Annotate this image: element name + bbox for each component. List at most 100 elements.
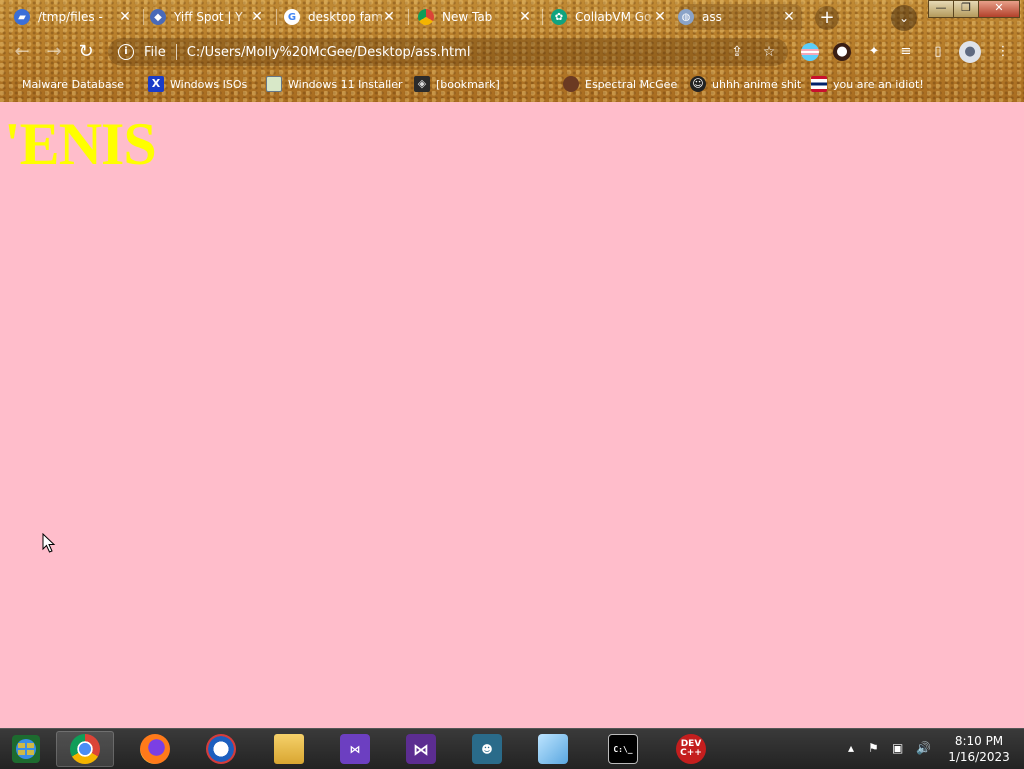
back-button[interactable]: ← [10,40,34,64]
chevron-down-icon: ⌄ [898,11,910,25]
page-content: 'ENIS [0,102,1024,728]
taskbar-notepad[interactable] [524,731,582,767]
share-icon[interactable]: ⇪ [728,43,746,61]
bookmark-you-are-an-idiot[interactable]: you are an idiot! [811,74,924,94]
bookmark-3[interactable]: ◈ [bookmark] [414,74,500,94]
image-icon [266,76,282,92]
taskbar-firefox[interactable] [126,731,184,767]
tab-new-tab[interactable]: New Tab ✕ [418,4,538,30]
reload-button[interactable]: ↻ [74,40,98,64]
tab-desktop-fam[interactable]: G desktop fam ✕ [284,4,402,30]
tab-ass[interactable]: ◍ ass ✕ [678,4,802,30]
taskbar-people[interactable]: ☻ [458,731,516,767]
bookmark-label: Espectral McGee [585,77,678,91]
anime-icon: ☺ [690,76,706,92]
taskbar-visual-studio[interactable]: ⋈ [392,731,450,767]
visual-studio-installer-icon: ⋈ [340,734,370,764]
taskbar-chrome[interactable] [56,731,114,767]
tab-tmp-files[interactable]: ▰ /tmp/files - ✕ [14,4,138,30]
generic-site-icon: ▰ [14,9,30,25]
bookmark-anime[interactable]: ☺ uhhh anime shit [690,74,801,94]
chrome-icon [70,734,100,764]
clock-time: 8:10 PM [954,734,1004,748]
x-icon: X [148,76,164,92]
close-icon[interactable]: ✕ [116,8,134,26]
tab-search-button[interactable]: ⌄ [891,5,917,31]
tab-collabvm[interactable]: ✿ CollabVM Go ✕ [551,4,673,30]
avatar-extension-icon[interactable]: ● [833,43,851,61]
site-icon: ◆ [150,9,166,25]
taskbar-file-explorer[interactable] [260,731,318,767]
side-panel-icon[interactable]: ▯ [929,43,947,61]
command-prompt-icon: C:\_ [608,734,638,764]
network-icon[interactable]: ▣ [892,741,903,755]
people-icon: ☻ [472,734,502,764]
close-window-button[interactable]: ✕ [978,0,1020,18]
globe-icon: ◍ [678,9,694,25]
clock[interactable]: 8:10 PM 1/16/2023 [944,733,1014,765]
new-tab-button[interactable]: + [815,6,839,30]
menu-kebab-icon[interactable]: ⋮ [994,43,1012,61]
volume-icon[interactable]: 🔊 [916,741,931,755]
avatar-icon [563,76,579,92]
close-icon[interactable]: ✕ [248,8,266,26]
tab-title: New Tab [442,10,493,24]
bookmark-label: Windows 11 Installer [288,77,403,91]
start-button[interactable] [6,731,46,767]
forward-button[interactable]: → [42,40,66,64]
url-scheme: File [144,44,166,60]
bookmark-label: Malware Database [22,77,125,91]
star-icon[interactable]: ☆ [760,43,778,61]
notepad-icon [538,734,568,764]
taskbar: ⋈ ⋈ ☻ C:\_ DEV C++ ▴ ⚑ ▣ 🔊 8:10 PM 1/16/… [0,728,1024,769]
tab-strip: ▰ /tmp/files - ✕ ◆ Yiff Spot | Y ✕ G des… [0,0,1024,34]
taskbar-internet-explorer[interactable] [192,731,250,767]
close-icon[interactable]: ✕ [651,8,669,26]
tab-title: ass [702,10,722,24]
bookmark-malware-database[interactable]: Malware Database [16,74,124,94]
taskbar-dev-cpp[interactable]: DEV C++ [662,731,720,767]
start-orb-icon [12,735,40,763]
divider [175,44,177,60]
arrow-left-icon: ← [14,41,30,62]
profile-icon[interactable]: ● [959,41,981,63]
url-text[interactable]: C:/Users/Molly%20McGee/Desktop/ass.html [187,45,471,60]
mouse-cursor-icon [42,533,56,553]
info-icon[interactable]: i [118,44,134,60]
openai-icon: ✿ [551,9,567,25]
close-icon[interactable]: ✕ [516,8,534,26]
action-center-flag-icon[interactable]: ⚑ [868,741,879,755]
tab-title: CollabVM Go [575,10,652,24]
ie-icon [206,734,236,764]
firefox-icon [140,734,170,764]
media-queue-icon[interactable]: ≡ [897,43,915,61]
tab-title: Yiff Spot | Y [174,10,243,24]
bookmark-espectral-mcgee[interactable]: Espectral McGee [563,74,677,94]
minimize-button[interactable]: — [928,0,954,18]
reload-icon: ↻ [78,41,94,62]
clock-date: 1/16/2023 [948,750,1010,764]
close-icon[interactable]: ✕ [380,8,398,26]
address-bar[interactable]: i File C:/Users/Molly%20McGee/Desktop/as… [108,38,788,66]
bookmark-windows-isos[interactable]: X Windows ISOs [148,74,247,94]
flag-icon [811,76,827,92]
google-icon: G [284,9,300,25]
pride-flag-extension-icon[interactable] [801,43,819,61]
page-heading: 'ENIS [4,111,157,177]
bookmark-label: uhhh anime shit [712,77,802,91]
taskbar-command-prompt[interactable]: C:\_ [594,731,652,767]
tab-yiff-spot[interactable]: ◆ Yiff Spot | Y ✕ [150,4,270,30]
visual-studio-icon: ⋈ [406,734,436,764]
taskbar-visual-studio-installer[interactable]: ⋈ [326,731,384,767]
show-hidden-icons-icon[interactable]: ▴ [848,741,854,755]
dev-cpp-icon: DEV C++ [676,734,706,764]
bookmark-windows-11-installer[interactable]: Windows 11 Installer [266,74,403,94]
puzzle-icon[interactable]: ✦ [865,43,883,61]
arrow-right-icon: → [46,41,62,62]
toolbar: ← → ↻ i File C:/Users/Molly%20McGee/Desk… [0,34,1024,70]
bookmarks-bar: Malware Database X Windows ISOs Windows … [0,72,1024,96]
chrome-icon [418,9,434,25]
close-icon[interactable]: ✕ [780,8,798,26]
bookmark-label: you are an idiot! [833,77,924,91]
restore-button[interactable]: ❐ [953,0,979,18]
